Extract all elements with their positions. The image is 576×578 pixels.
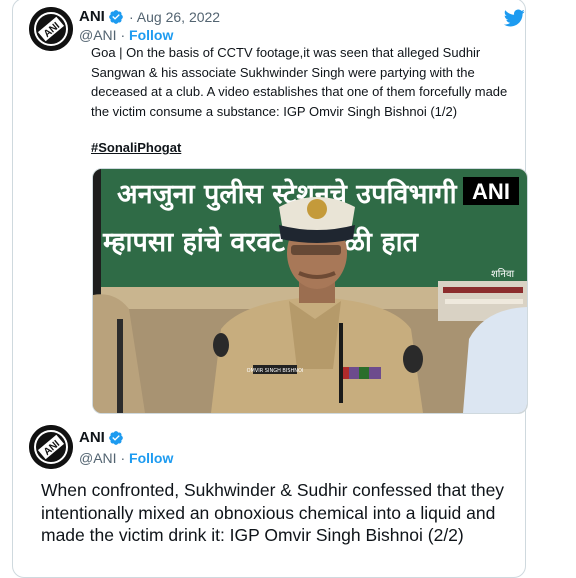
tweet-date[interactable]: Aug 26, 2022 xyxy=(137,9,220,25)
handle-row: @ANI · Follow xyxy=(79,450,173,466)
tweet-text: Goa | On the basis of CCTV footage,it wa… xyxy=(91,45,508,119)
handle-row: @ANI · Follow xyxy=(79,27,173,43)
watermark-text: ANI xyxy=(472,179,510,204)
follow-button[interactable]: Follow xyxy=(129,27,173,43)
hashtag-link[interactable]: #SonaliPhogat xyxy=(91,140,181,155)
twitter-bird-icon[interactable] xyxy=(501,7,527,29)
ani-logo-icon: ANI xyxy=(29,425,73,469)
tweet-media-image[interactable]: अनजुना पुलीस स्टेशनचे उपविभागी म्हापसा ह… xyxy=(92,168,528,414)
separator-dot: · xyxy=(120,450,126,466)
verified-badge-icon xyxy=(109,10,123,24)
tweet-card: ANI ANI · Aug 26, 2022 @ANI · Follow Goa… xyxy=(12,0,528,578)
separator-dot: · xyxy=(120,27,126,43)
author-handle[interactable]: @ANI xyxy=(79,27,117,43)
author-avatar[interactable]: ANI xyxy=(29,425,73,469)
banner-corner-text: शनिवा xyxy=(491,268,515,280)
press-conference-photo: अनजुना पुलीस स्टेशनचे उपविभागी म्हापसा ह… xyxy=(93,169,527,413)
verified-badge-icon xyxy=(109,431,123,445)
ani-logo-icon: ANI xyxy=(29,7,73,51)
follow-button[interactable]: Follow xyxy=(129,450,173,466)
tweet-date-row: · Aug 26, 2022 xyxy=(129,9,220,25)
author-name[interactable]: ANI xyxy=(79,429,105,446)
author-name[interactable]: ANI xyxy=(79,8,105,25)
author-avatar[interactable]: ANI xyxy=(29,7,73,51)
tweet-text: When confronted, Sukhwinder & Sudhir con… xyxy=(41,480,505,545)
name-plate-text: OMVIR SINGH BISHNOI xyxy=(247,368,304,374)
banner-line-2: म्हापसा हांचे वरवट कागाळी हात xyxy=(102,226,420,258)
author-handle[interactable]: @ANI xyxy=(79,450,117,466)
separator-dot: · xyxy=(129,9,134,25)
